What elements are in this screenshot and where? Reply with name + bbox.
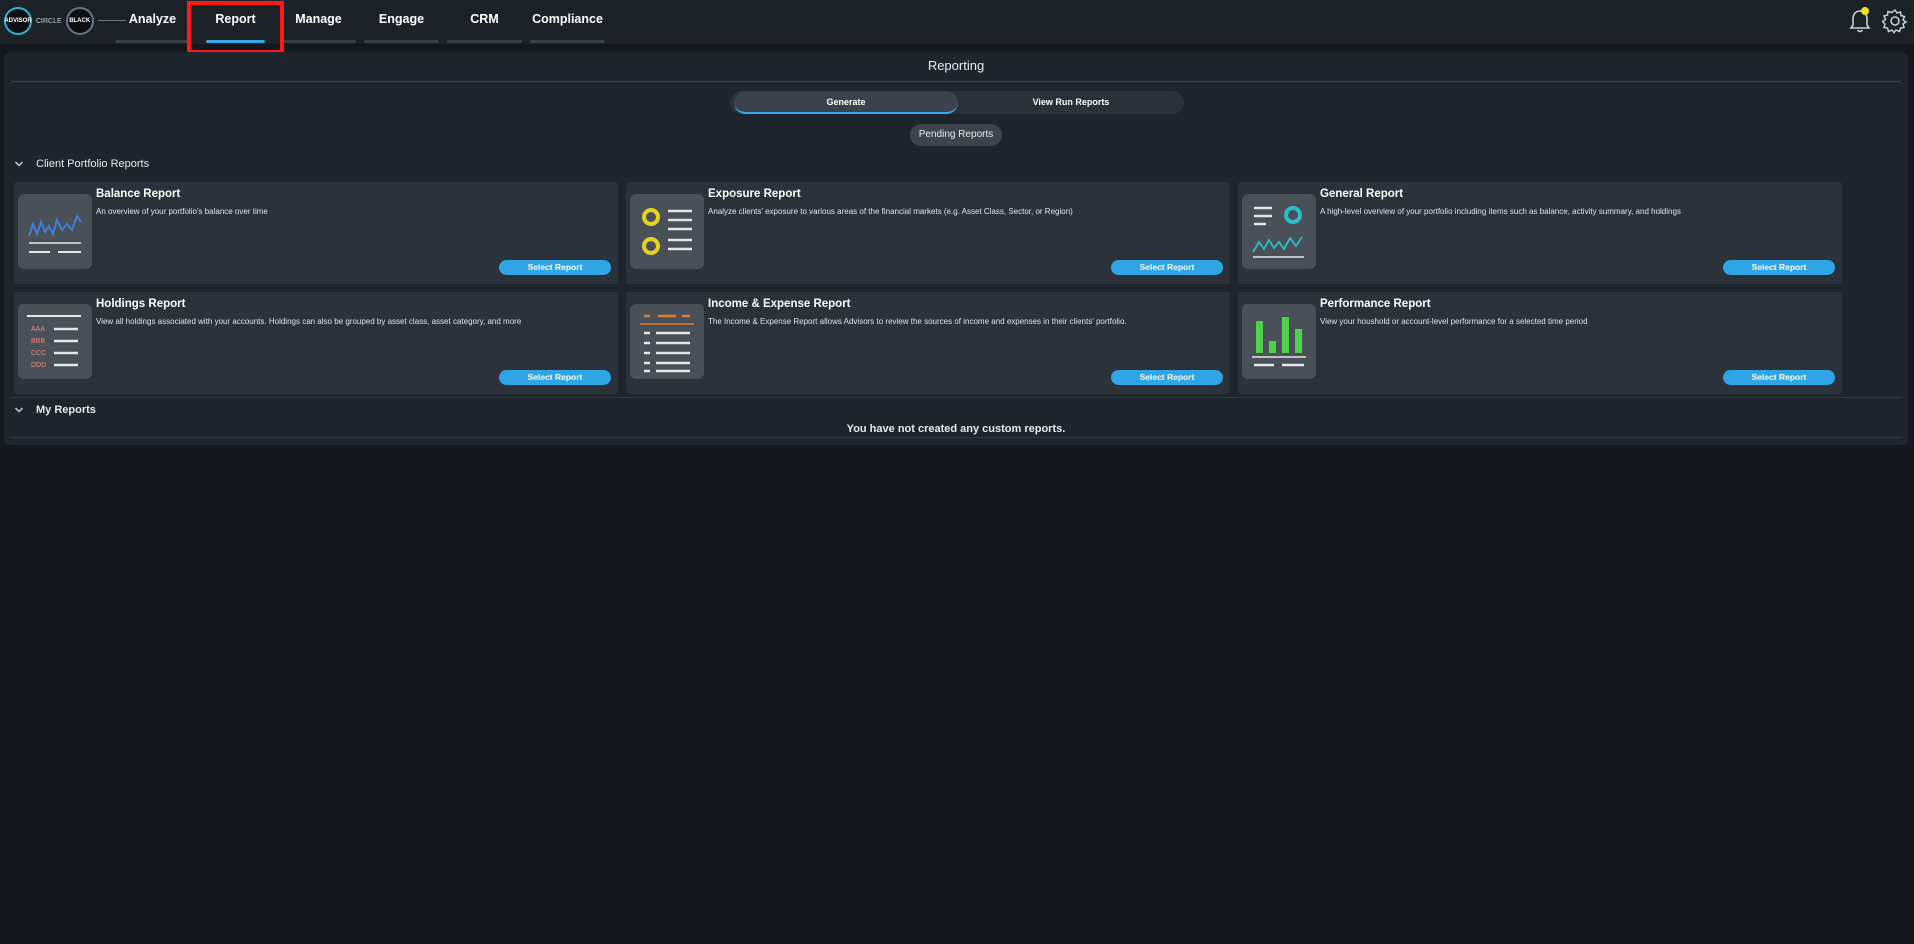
report-card-exposure: Exposure Report Analyze clients' exposur… xyxy=(626,182,1230,284)
card-description: The Income & Expense Report allows Advis… xyxy=(708,317,1127,326)
select-report-button[interactable]: Select Report xyxy=(499,260,611,275)
card-title: Balance Report xyxy=(96,188,181,200)
tab-generate[interactable]: Generate xyxy=(734,91,958,114)
gear-icon[interactable] xyxy=(1882,8,1908,34)
select-report-button[interactable]: Select Report xyxy=(1111,370,1223,385)
report-card-balance: Balance Report An overview of your portf… xyxy=(14,182,618,284)
section-divider xyxy=(11,437,1901,438)
title-divider xyxy=(11,81,1901,82)
performance-bars-icon xyxy=(1242,304,1316,379)
exposure-list-icon xyxy=(630,194,704,269)
card-title: Holdings Report xyxy=(96,298,186,310)
section-divider xyxy=(11,397,1901,398)
card-description: An overview of your portfolio's balance … xyxy=(96,207,268,216)
card-title: Income & Expense Report xyxy=(708,298,851,310)
report-tab-highlight xyxy=(187,1,284,54)
balance-chart-icon xyxy=(18,194,92,269)
holdings-icon-label: DDD xyxy=(31,362,46,369)
select-report-button[interactable]: Select Report xyxy=(1723,260,1835,275)
reporting-panel: Reporting Generate View Run Reports Pend… xyxy=(4,52,1908,445)
notification-dot xyxy=(1861,7,1869,15)
empty-custom-reports-message: You have not created any custom reports. xyxy=(846,423,1066,435)
app-logo[interactable]: ADVISOR CIRCLE BLACK xyxy=(4,7,126,35)
card-title: Performance Report xyxy=(1320,298,1431,310)
top-navigation-bar: ADVISOR CIRCLE BLACK Analyze Report Mana… xyxy=(0,0,1914,44)
nav-underline xyxy=(364,40,439,43)
nav-manage[interactable]: Manage xyxy=(281,0,356,44)
nav-analyze[interactable]: Analyze xyxy=(115,0,190,44)
card-title: Exposure Report xyxy=(708,188,801,200)
nav-compliance-label: Compliance xyxy=(532,12,603,26)
my-reports-section-header[interactable]: My Reports xyxy=(14,402,96,418)
holdings-icon-label: AAA xyxy=(31,326,45,333)
chevron-down-icon xyxy=(14,161,24,167)
chevron-down-icon xyxy=(14,407,24,413)
report-card-holdings: AAA BBB CCC DDD Holdings Report View all… xyxy=(14,292,618,394)
card-description: A high-level overview of your portfolio … xyxy=(1320,207,1681,216)
card-description: View all holdings associated with your a… xyxy=(96,317,522,326)
nav-underline xyxy=(115,40,190,43)
select-report-button[interactable]: Select Report xyxy=(1111,260,1223,275)
nav-analyze-label: Analyze xyxy=(128,12,177,26)
report-card-income-expense: Income & Expense Report The Income & Exp… xyxy=(626,292,1230,394)
page-title: Reporting xyxy=(927,58,985,73)
report-card-general: General Report A high-level overview of … xyxy=(1238,182,1842,284)
holdings-icon-label: CCC xyxy=(31,350,46,357)
holdings-icon-label: BBB xyxy=(31,338,45,345)
nav-manage-label: Manage xyxy=(295,12,342,26)
black-logo-mark: BLACK xyxy=(65,7,94,35)
nav-compliance[interactable]: Compliance xyxy=(530,0,605,44)
nav-engage[interactable]: Engage xyxy=(364,0,439,44)
report-card-performance: Performance Report View your houshold or… xyxy=(1238,292,1842,394)
my-reports-section-title: My Reports xyxy=(36,404,96,416)
pending-reports-button[interactable]: Pending Reports xyxy=(910,124,1002,146)
select-report-button[interactable]: Select Report xyxy=(1723,370,1835,385)
income-expense-icon xyxy=(630,304,704,379)
card-description: View your houshold or account-level perf… xyxy=(1320,317,1588,326)
card-description: Analyze clients' exposure to various are… xyxy=(708,207,1073,216)
card-title: General Report xyxy=(1320,188,1404,200)
logo-black-text: BLACK xyxy=(69,18,91,24)
tab-view-run-reports[interactable]: View Run Reports xyxy=(962,91,1180,114)
client-portfolio-section-title: Client Portfolio Reports xyxy=(36,158,150,170)
report-mode-toggle: Generate View Run Reports xyxy=(730,91,1184,114)
nav-crm[interactable]: CRM xyxy=(447,0,522,44)
nav-engage-label: Engage xyxy=(378,12,425,26)
nav-underline xyxy=(530,40,605,43)
nav-underline xyxy=(281,40,356,43)
advisor-logo-mark: ADVISOR xyxy=(4,7,32,35)
client-portfolio-section-header[interactable]: Client Portfolio Reports xyxy=(14,156,149,172)
holdings-list-icon: AAA BBB CCC DDD xyxy=(18,304,92,379)
select-report-button[interactable]: Select Report xyxy=(499,370,611,385)
general-overview-icon xyxy=(1242,194,1316,269)
nav-underline xyxy=(447,40,522,43)
logo-circle-text: CIRCLE xyxy=(36,17,62,25)
nav-crm-label: CRM xyxy=(470,12,499,26)
logo-advisor-text: ADVISOR xyxy=(4,18,32,24)
